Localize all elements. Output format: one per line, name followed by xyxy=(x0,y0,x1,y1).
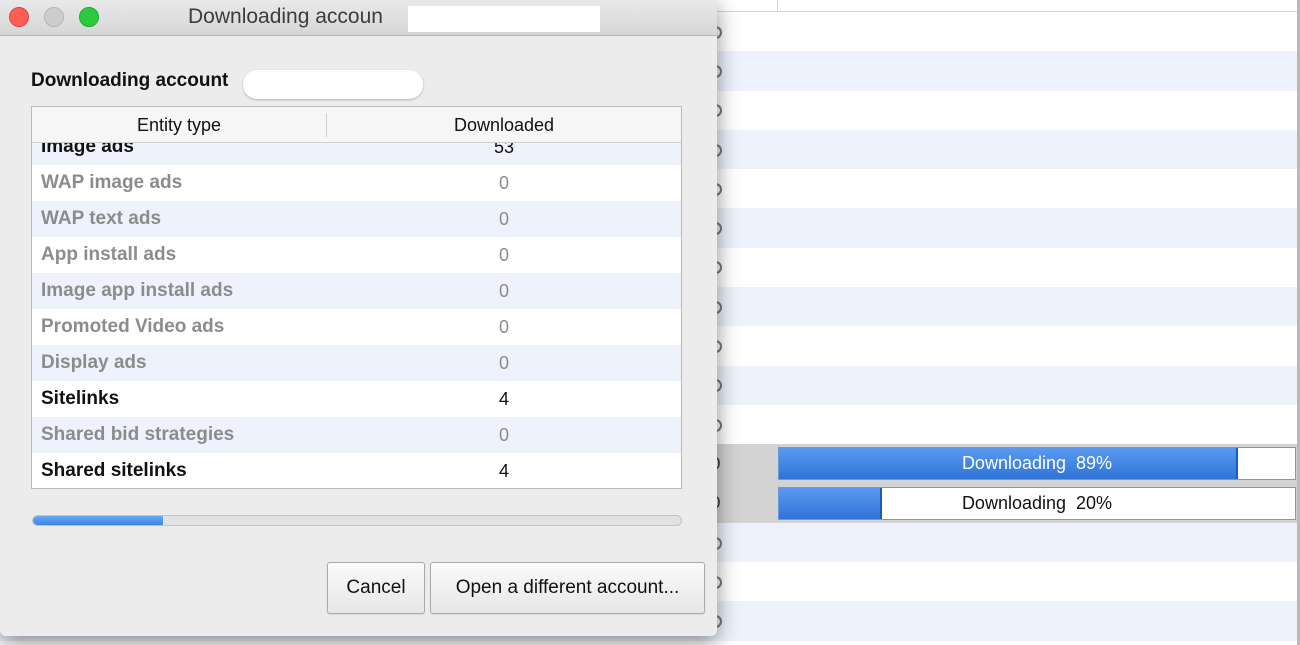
entity-type-cell: Display ads xyxy=(41,352,147,373)
header-separator xyxy=(777,0,778,11)
entity-type-cell: Shared bid strategies xyxy=(41,424,235,445)
row-progress-bar: Downloading 89% xyxy=(778,447,1296,481)
column-header-entity-type[interactable]: Entity type xyxy=(32,107,326,143)
downloaded-count-cell: 0 xyxy=(498,172,509,193)
open-different-account-button[interactable]: Open a different account... xyxy=(430,562,705,614)
row-progress-bar: Downloading 20% xyxy=(778,486,1296,520)
table-row[interactable]: Display ads 0 xyxy=(32,345,681,381)
table-row[interactable]: WAP image ads 0 xyxy=(32,165,681,201)
dialog-heading: Downloading account xyxy=(31,70,229,91)
downloaded-count-cell: 0 xyxy=(498,244,509,265)
progress-label: Downloading 89% xyxy=(961,453,1113,474)
close-window-button[interactable] xyxy=(9,7,29,27)
entity-type-cell: Shared sitelinks xyxy=(41,460,187,481)
minimize-window-button[interactable] xyxy=(44,7,64,27)
entity-type-cell: Image app install ads xyxy=(41,280,234,301)
entity-type-cell: WAP text ads xyxy=(41,208,162,229)
downloaded-count-cell: 0 xyxy=(498,352,509,373)
table-row[interactable]: Sitelinks 4 xyxy=(32,381,681,417)
downloaded-count-cell: 0 xyxy=(498,280,509,301)
entity-type-cell: WAP image ads xyxy=(41,172,183,193)
table-row[interactable]: Promoted Video ads 0 xyxy=(32,309,681,345)
redacted-account-name xyxy=(408,6,600,32)
downloaded-count-cell: 0 xyxy=(498,316,509,337)
downloaded-count-cell: 4 xyxy=(498,388,509,409)
entity-table: Entity type Downloaded Image ads 53 WAP im… xyxy=(31,106,682,489)
table-row[interactable]: WAP text ads 0 xyxy=(32,201,681,237)
downloaded-count-cell: 4 xyxy=(498,460,509,481)
downloaded-count-cell: 0 xyxy=(498,424,509,445)
overall-progress-fill xyxy=(33,516,163,525)
table-row[interactable]: Shared bid strategies 0 xyxy=(32,417,681,453)
entity-type-cell: App install ads xyxy=(41,244,177,265)
entity-type-cell: Promoted Video ads xyxy=(41,316,225,337)
entity-type-cell: Sitelinks xyxy=(41,388,120,409)
maximize-window-button[interactable] xyxy=(79,7,99,27)
column-header-downloaded[interactable]: Downloaded xyxy=(327,107,681,143)
table-body: Image ads 53 WAP image ads 0 WAP text ads 0 Ap… xyxy=(32,129,681,488)
overall-progress-bar xyxy=(32,515,682,526)
downloaded-count-cell: 0 xyxy=(498,208,509,229)
table-row[interactable]: Shared sitelinks 4 xyxy=(32,453,681,488)
window-title: Downloading accoun xyxy=(188,5,383,28)
download-dialog: Downloading accoun Downloading account E… xyxy=(0,0,717,636)
table-row[interactable]: Image app install ads 0 xyxy=(32,273,681,309)
table-header: Entity type Downloaded xyxy=(32,107,681,143)
cancel-button[interactable]: Cancel xyxy=(327,562,425,614)
progress-label: Downloading 20% xyxy=(961,492,1113,513)
table-row[interactable]: App install ads 0 xyxy=(32,237,681,273)
redacted-account-name xyxy=(243,70,423,99)
title-bar[interactable]: Downloading accoun xyxy=(0,0,717,36)
